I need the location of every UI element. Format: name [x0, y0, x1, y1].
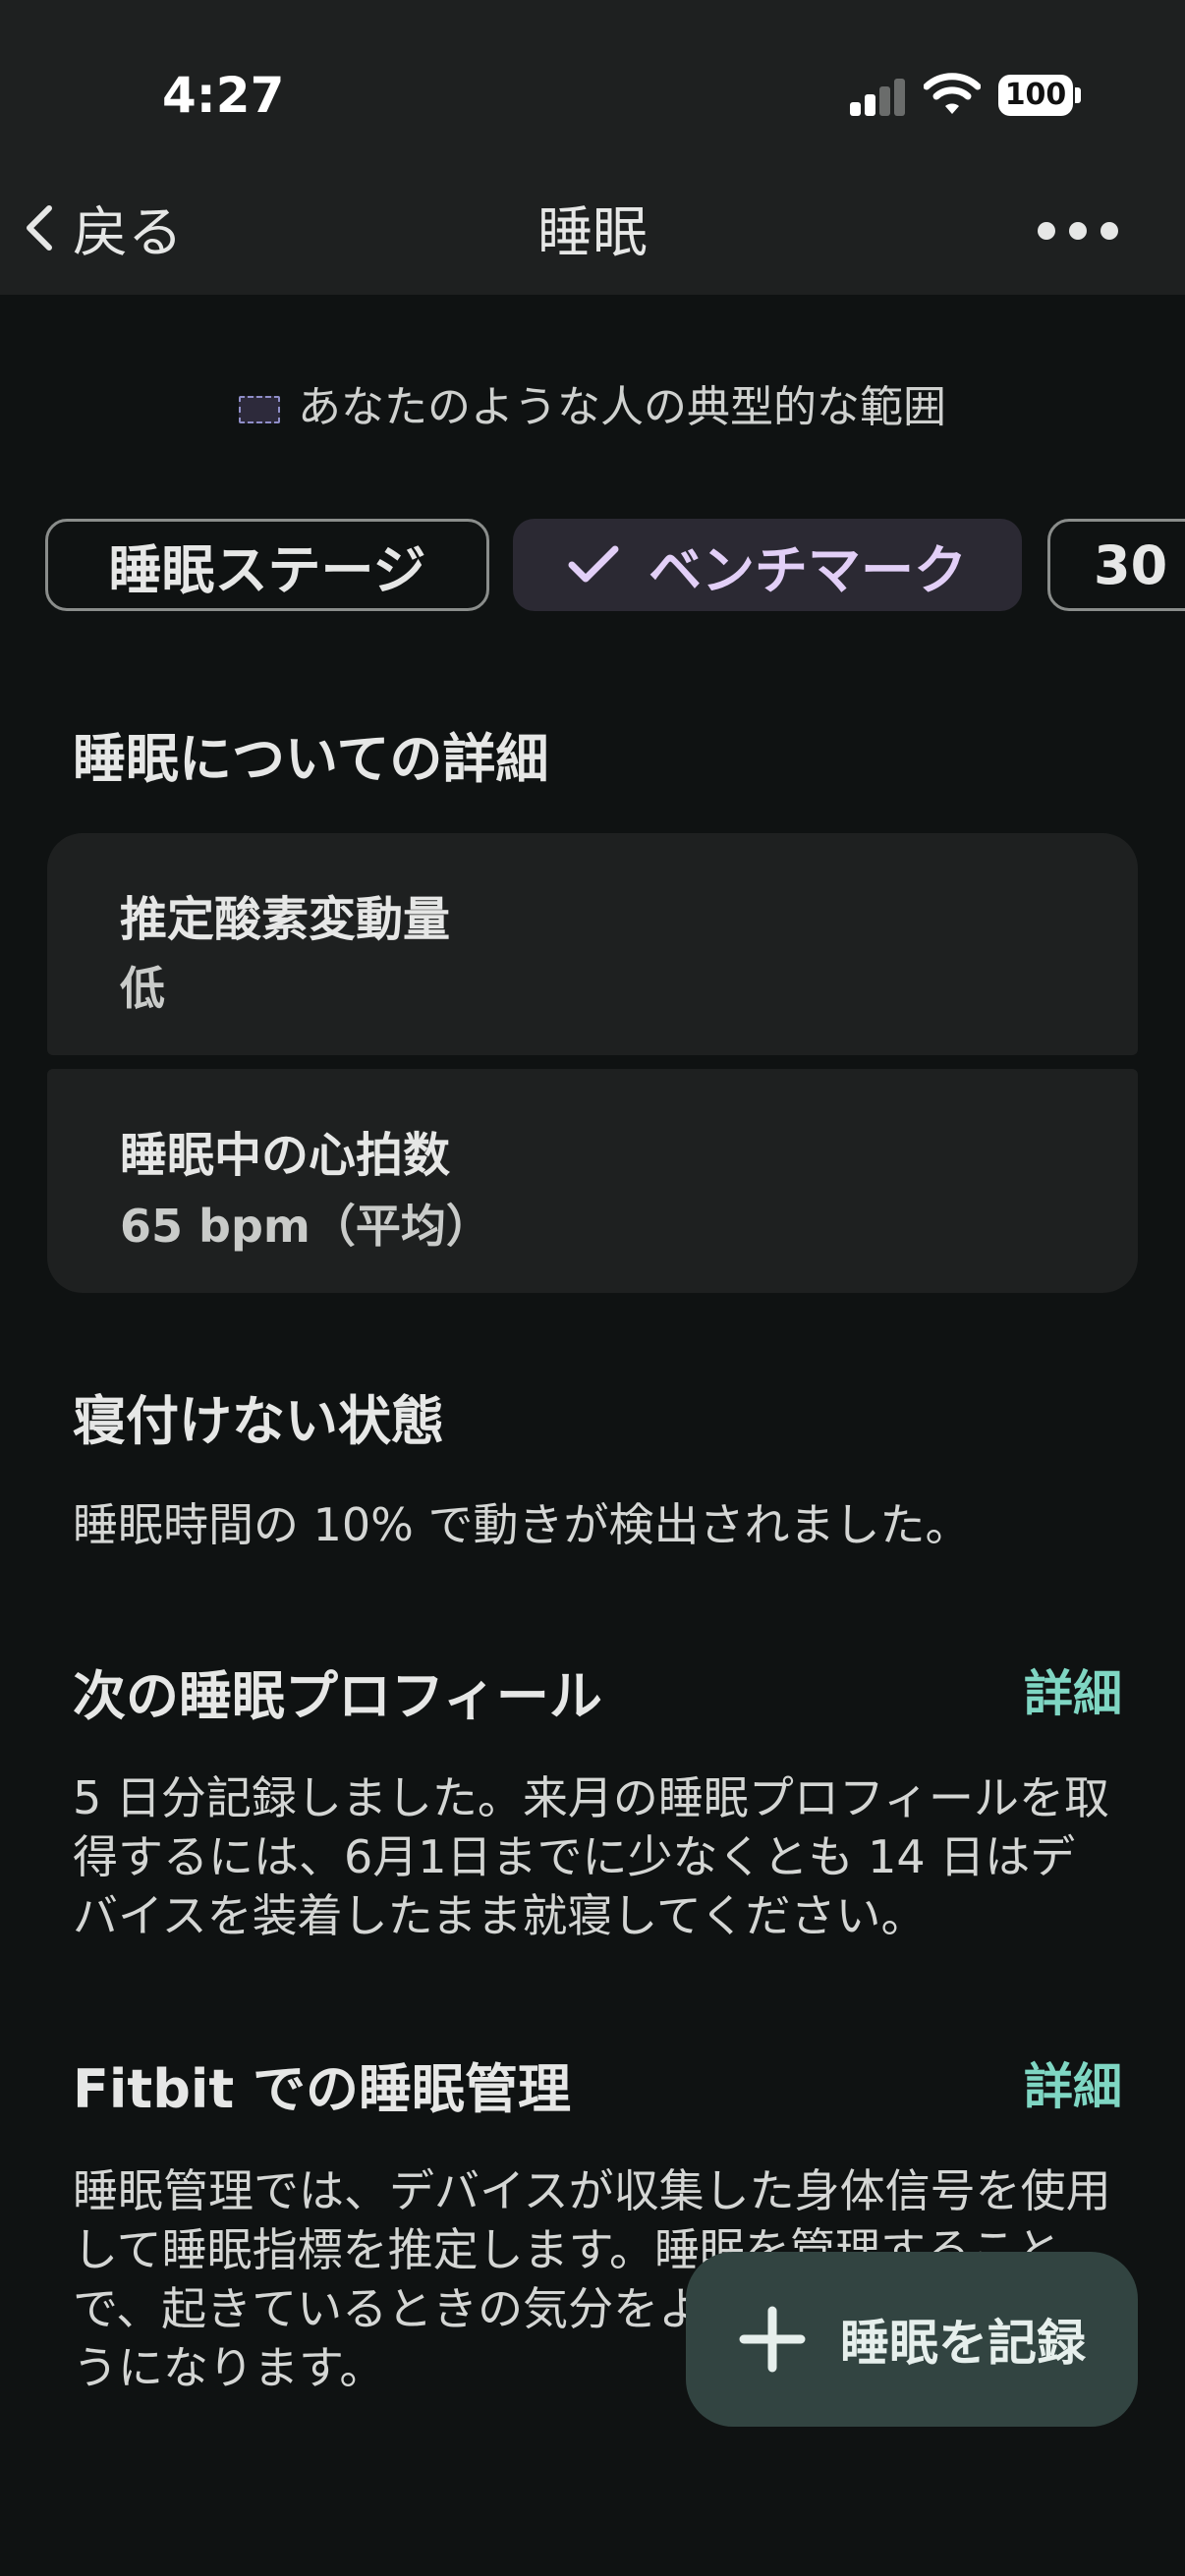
details-title: 睡眠についての詳細 [73, 728, 549, 790]
more-dot [1038, 222, 1055, 240]
more-options-button[interactable] [1038, 214, 1165, 248]
cellular-signal-icon [850, 77, 907, 116]
next-profile-details-link[interactable]: 詳細 [1024, 1654, 1122, 1725]
page-title: 睡眠 [537, 201, 648, 265]
fitbit-sleep-title: Fitbit での睡眠管理 [73, 2058, 571, 2120]
heart-rate-value: 65 bpm（平均） [120, 1200, 491, 1253]
next-profile-title: 次の睡眠プロフィール [73, 1665, 602, 1727]
chip-label: 30 [1094, 533, 1168, 596]
heart-rate-label: 睡眠中の心拍数 [120, 1128, 451, 1183]
next-profile-text: 5 日分記録しました。来月の睡眠プロフィールを取得するには、6月1日までに少なく… [73, 1771, 1109, 1942]
battery-indicator: 100 [998, 75, 1073, 116]
chip-benchmark[interactable]: ベンチマーク [513, 519, 1022, 611]
battery-tip [1075, 87, 1081, 103]
oxygen-label: 推定酸素変動量 [120, 892, 451, 947]
typical-range-legend: あなたのような人の典型的な範囲 [0, 371, 1185, 434]
fitbit-sleep-details-link[interactable]: 詳細 [1024, 2047, 1122, 2118]
more-dot [1069, 222, 1087, 240]
chip-30-days[interactable]: 30 [1047, 519, 1185, 611]
legend-text: あなたのような人の典型的な範囲 [298, 382, 946, 432]
oxygen-value: 低 [120, 962, 165, 1015]
restless-title: 寝付けない状態 [73, 1390, 444, 1452]
log-sleep-button[interactable]: 睡眠を記録 [686, 2252, 1138, 2427]
chip-label: 睡眠ステージ [108, 538, 426, 601]
checkmark-icon [568, 545, 619, 583]
log-sleep-label: 睡眠を記録 [840, 2315, 1086, 2372]
range-swatch-icon [239, 396, 280, 423]
status-time: 4:27 [162, 67, 285, 124]
restless-text: 睡眠時間の 10% で動きが検出されました。 [73, 1498, 971, 1551]
plus-icon [739, 2306, 806, 2373]
chip-sleep-stages[interactable]: 睡眠ステージ [45, 519, 489, 611]
chip-label: ベンチマーク [649, 538, 967, 601]
sleeping-heart-rate-card[interactable]: 睡眠中の心拍数 65 bpm（平均） [47, 1069, 1138, 1293]
more-dot [1100, 222, 1118, 240]
wifi-icon [923, 71, 982, 120]
view-chips: 睡眠ステージ ベンチマーク 30 [45, 519, 1185, 615]
oxygen-variation-card[interactable]: 推定酸素変動量 低 [47, 833, 1138, 1055]
